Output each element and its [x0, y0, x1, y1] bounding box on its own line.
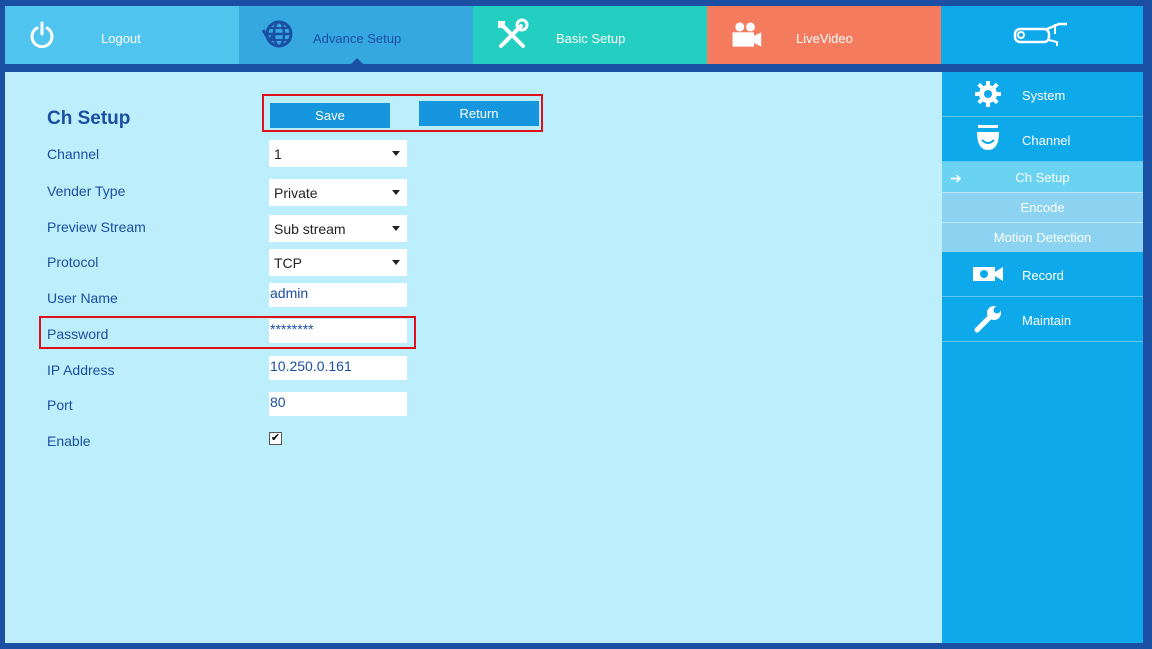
- sidebar-item-maintain[interactable]: Maintain: [942, 297, 1143, 342]
- vender-type-select[interactable]: Private: [269, 179, 407, 206]
- sidebar-subitem-motion-detection[interactable]: Motion Detection: [942, 222, 1143, 252]
- ip-address-input[interactable]: 10.250.0.161: [269, 356, 407, 380]
- ip-address-label: IP Address: [47, 362, 115, 378]
- tab-advance-setup-label: Advance Setup: [313, 31, 402, 46]
- chevron-down-icon: [392, 260, 400, 265]
- power-icon: [25, 18, 59, 52]
- tab-advance-setup[interactable]: Advance Setup: [239, 6, 473, 65]
- tab-logout[interactable]: Logout: [5, 6, 239, 64]
- gear-icon: [972, 80, 1004, 108]
- enable-label: Enable: [47, 433, 91, 449]
- preview-stream-select-value: Sub stream: [274, 220, 346, 237]
- vender-type-label: Vender Type: [47, 183, 126, 199]
- globe-icon: [261, 18, 295, 52]
- user-name-input[interactable]: admin: [269, 283, 407, 307]
- arrow-right-icon: ➔: [950, 170, 962, 186]
- sidebar-subitem-motion-detection-label: Motion Detection: [993, 230, 1092, 245]
- preview-stream-label: Preview Stream: [47, 219, 146, 235]
- checkmark-icon: ✔: [270, 432, 281, 444]
- user-name-label: User Name: [47, 290, 118, 306]
- password-label: Password: [47, 326, 109, 342]
- sidebar: System Channel ➔ Ch Setup Encode Motion …: [942, 72, 1143, 643]
- sidebar-item-record-label: Record: [1022, 268, 1064, 283]
- record-camera-icon: [972, 260, 1004, 288]
- chevron-down-icon: [392, 226, 400, 231]
- tab-logout-label: Logout: [101, 31, 141, 46]
- sidebar-subitem-encode-label: Encode: [1020, 200, 1065, 215]
- chevron-down-icon: [392, 190, 400, 195]
- channel-select-value: 1: [274, 145, 282, 162]
- channel-label: Channel: [47, 146, 100, 162]
- sidebar-subitem-encode[interactable]: Encode: [942, 192, 1143, 222]
- channel-select[interactable]: 1: [269, 140, 407, 167]
- sidebar-item-system-label: System: [1022, 88, 1066, 103]
- sidebar-subitem-ch-setup-label: Ch Setup: [1015, 169, 1070, 185]
- sidebar-item-maintain-label: Maintain: [1022, 313, 1072, 328]
- preview-stream-select[interactable]: Sub stream: [269, 215, 407, 242]
- enable-checkbox[interactable]: ✔: [269, 432, 282, 445]
- wrench-icon: [972, 305, 1004, 333]
- tab-live-video[interactable]: LiveVideo: [707, 6, 941, 64]
- password-input[interactable]: ********: [269, 319, 407, 343]
- action-buttons-highlight: Save Return: [262, 94, 543, 132]
- video-camera-icon: [729, 18, 763, 52]
- bullet-camera-icon: [1011, 18, 1071, 52]
- save-button[interactable]: Save: [270, 103, 390, 128]
- port-label: Port: [47, 397, 73, 413]
- sidebar-item-channel-label: Channel: [1022, 133, 1071, 148]
- tab-basic-setup[interactable]: Basic Setup: [473, 6, 707, 64]
- page-title: Ch Setup: [47, 108, 131, 129]
- tab-basic-setup-label: Basic Setup: [556, 31, 626, 46]
- brand-logo: [941, 6, 1143, 64]
- tab-live-video-label: LiveVideo: [796, 31, 853, 46]
- chevron-down-icon: [392, 151, 400, 156]
- sidebar-item-channel[interactable]: Channel: [942, 117, 1143, 162]
- protocol-label: Protocol: [47, 254, 99, 270]
- protocol-select[interactable]: TCP: [269, 249, 407, 276]
- tools-icon: [495, 18, 529, 52]
- main-content: Ch Setup Save Return Channel 1 Vender Ty…: [5, 72, 942, 643]
- active-tab-caret: [350, 58, 364, 65]
- sidebar-subitem-ch-setup[interactable]: ➔ Ch Setup: [942, 162, 1143, 192]
- return-button[interactable]: Return: [419, 101, 539, 126]
- vender-type-select-value: Private: [274, 184, 318, 201]
- dome-camera-icon: [972, 125, 1004, 153]
- port-input[interactable]: 80: [269, 392, 407, 416]
- top-nav: Logout Advance Setup Basic Setup LiveVid…: [5, 6, 1143, 65]
- protocol-select-value: TCP: [274, 254, 302, 271]
- sidebar-item-system[interactable]: System: [942, 72, 1143, 117]
- sidebar-item-record[interactable]: Record: [942, 252, 1143, 297]
